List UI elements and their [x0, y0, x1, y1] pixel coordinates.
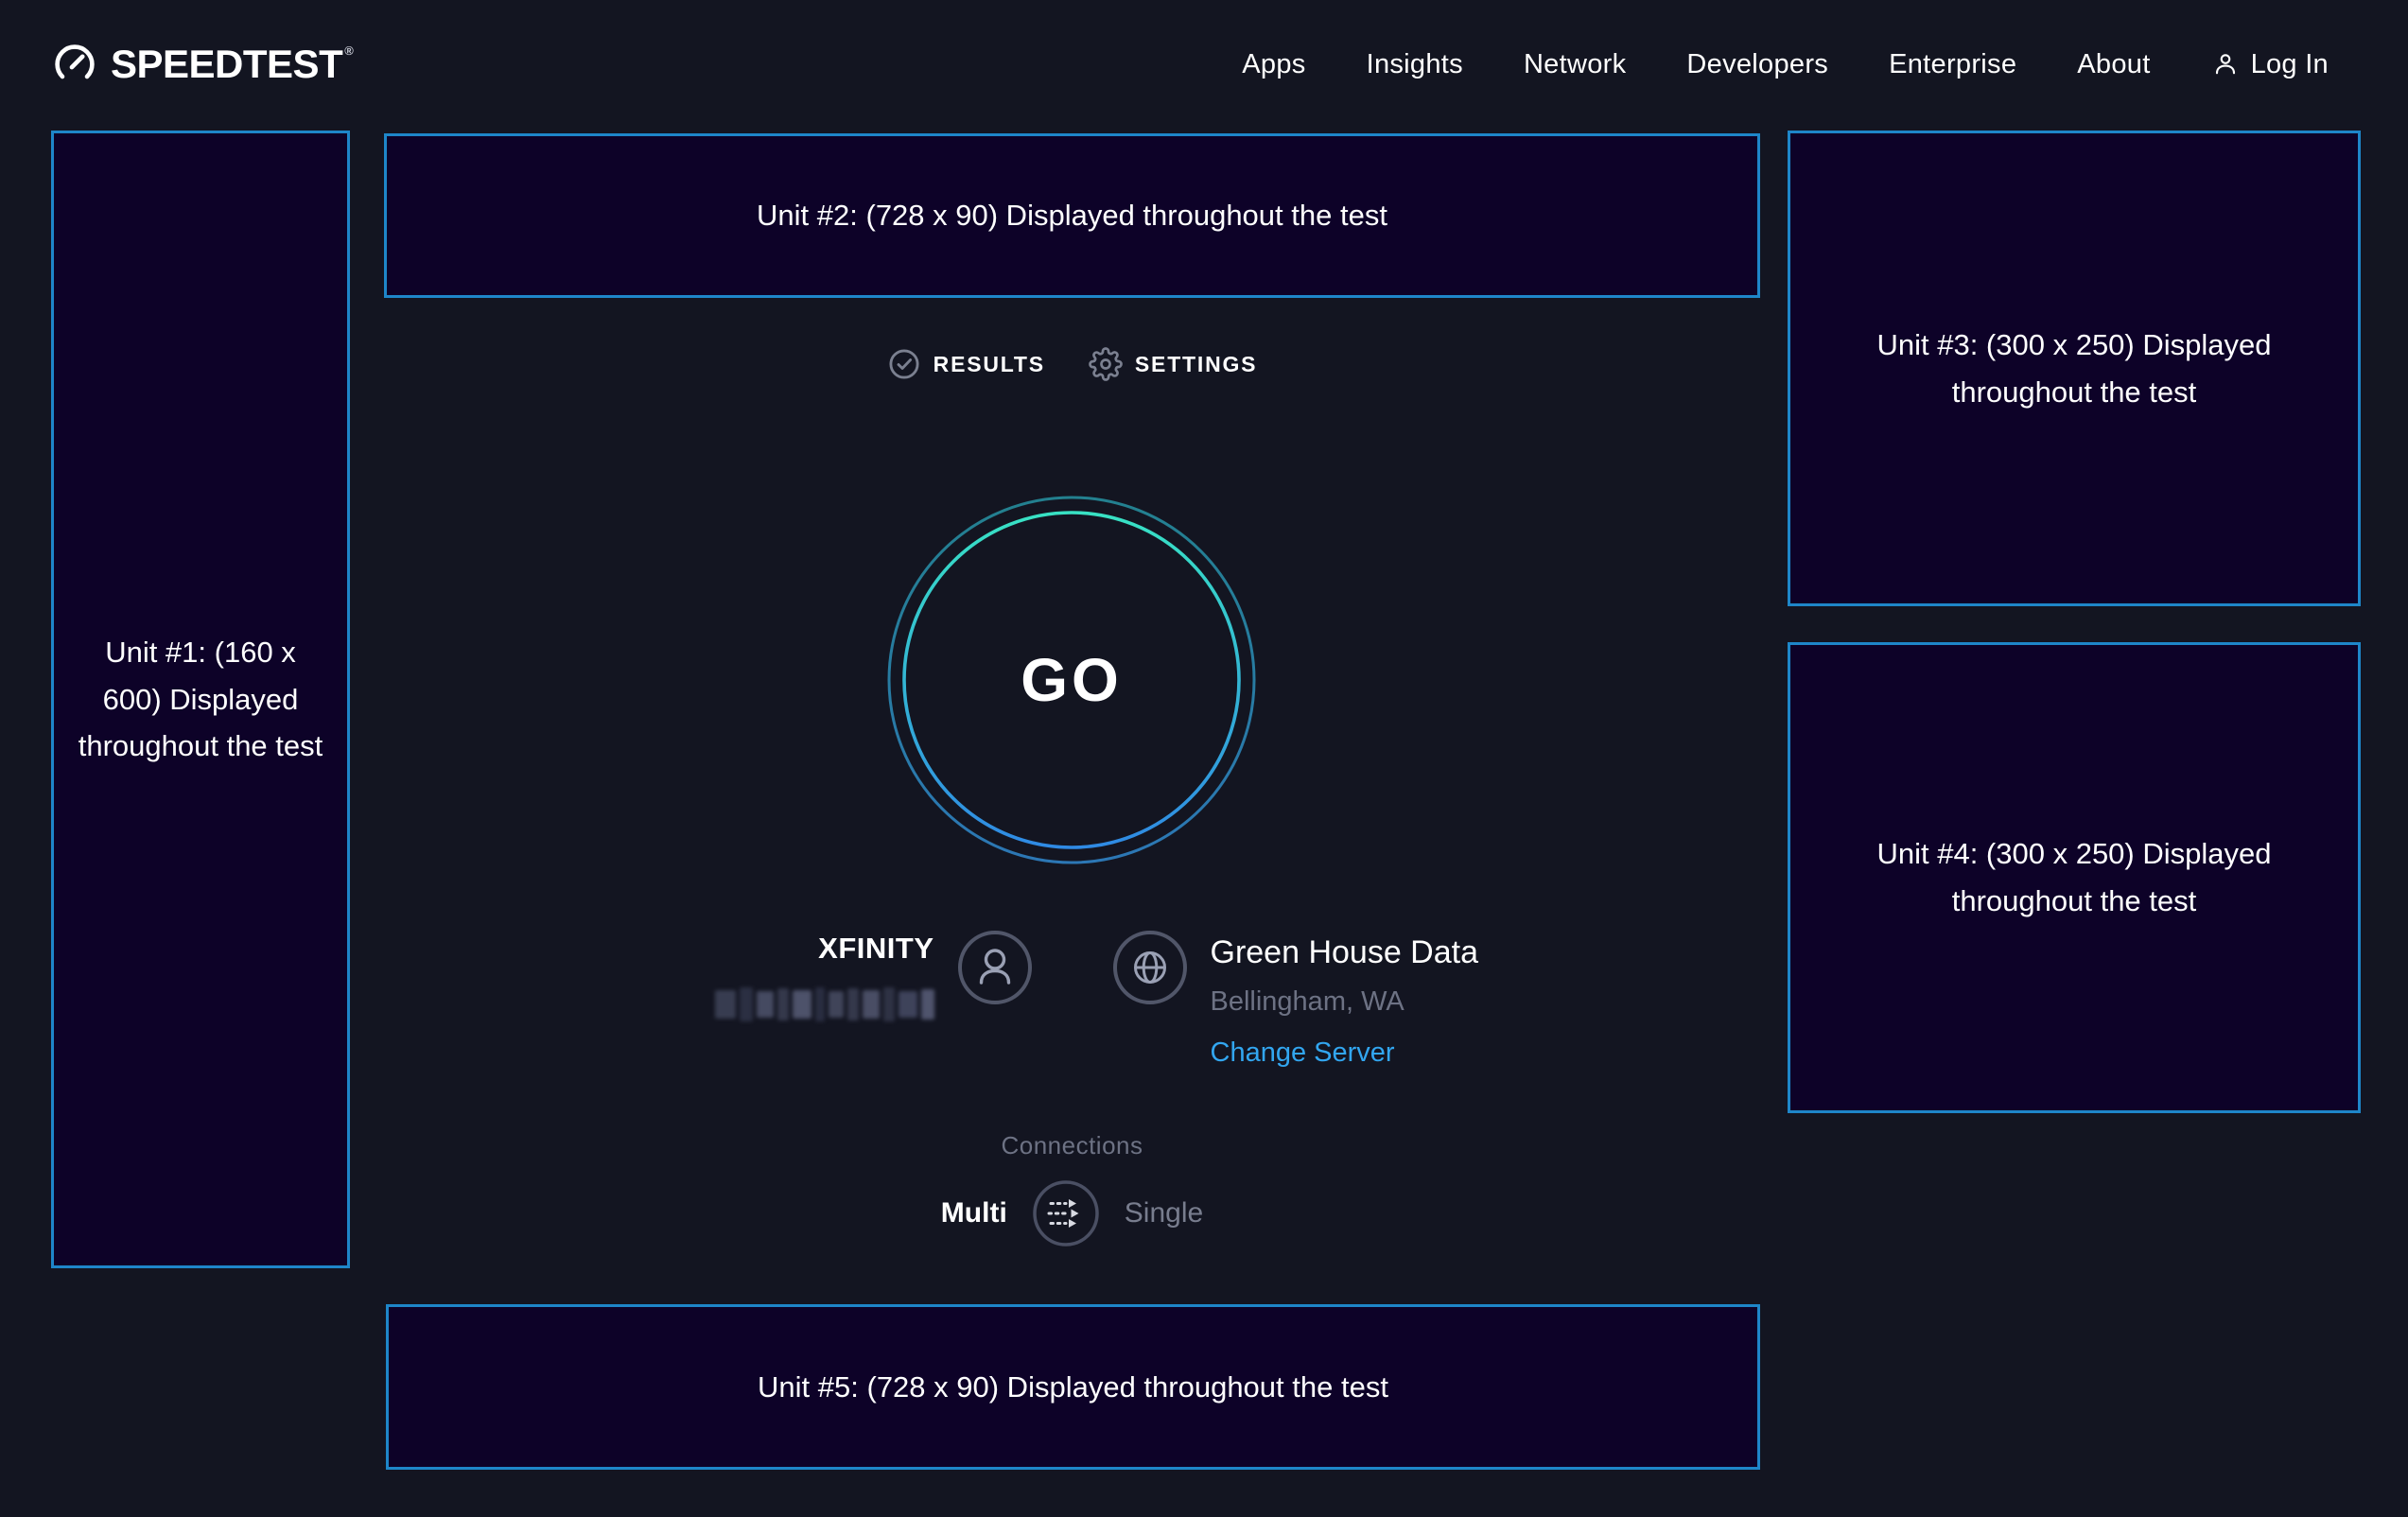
nav-menu: Apps Insights Network Developers Enterpr…: [1242, 49, 2329, 80]
speedtest-logo[interactable]: SPEEDTEST ®: [53, 42, 353, 87]
tabs-row: RESULTS SETTINGS: [384, 342, 1760, 386]
isp-name: XFINITY: [622, 932, 934, 966]
change-server-link[interactable]: Change Server: [1211, 1036, 1395, 1070]
connections-toggle[interactable]: [1032, 1179, 1100, 1247]
isp-block: XFINITY: [622, 932, 934, 1022]
ad-unit-2[interactable]: Unit #2: (728 x 90) Displayed throughout…: [384, 133, 1760, 298]
nav-item-insights[interactable]: Insights: [1367, 49, 1463, 80]
nav-item-about[interactable]: About: [2077, 49, 2150, 80]
nav-item-network[interactable]: Network: [1524, 49, 1626, 80]
nav-item-enterprise[interactable]: Enterprise: [1889, 49, 2016, 80]
user-icon: [2211, 50, 2240, 78]
connections-toggle-row: Multi Single: [384, 1179, 1760, 1247]
registered-mark: ®: [344, 44, 353, 58]
ad-unit-5-text: Unit #5: (728 x 90) Displayed throughout…: [758, 1364, 1388, 1411]
ad-unit-4-text: Unit #4: (300 x 250) Displayed throughou…: [1841, 830, 2307, 924]
ad-unit-1[interactable]: Unit #1: (160 x 600) Displayed throughou…: [51, 131, 350, 1268]
server-block: Green House Data Bellingham, WA Change S…: [1211, 932, 1523, 1070]
ad-unit-5[interactable]: Unit #5: (728 x 90) Displayed throughout…: [386, 1304, 1760, 1470]
tab-results[interactable]: RESULTS: [887, 347, 1045, 381]
host-server-row: XFINITY Green House Data Bellingham, WA …: [384, 930, 1760, 1070]
server-name: Green House Data: [1211, 932, 1523, 973]
ad-unit-3-text: Unit #3: (300 x 250) Displayed throughou…: [1841, 322, 2307, 415]
globe-icon: [1112, 930, 1188, 1005]
nav-item-login[interactable]: Log In: [2211, 49, 2329, 80]
go-label: GO: [887, 496, 1256, 864]
isp-ip-redacted: [622, 986, 934, 1022]
go-button[interactable]: GO: [887, 496, 1256, 864]
logo-text: SPEEDTEST: [111, 42, 342, 87]
top-nav: SPEEDTEST ® Apps Insights Network Develo…: [0, 0, 2408, 129]
tab-settings[interactable]: SETTINGS: [1089, 347, 1257, 381]
ad-unit-4[interactable]: Unit #4: (300 x 250) Displayed throughou…: [1788, 642, 2361, 1113]
ad-unit-2-text: Unit #2: (728 x 90) Displayed throughout…: [757, 192, 1387, 239]
check-circle-icon: [887, 347, 921, 381]
multi-connection-icon: [1032, 1179, 1100, 1247]
connections-single-label[interactable]: Single: [1125, 1197, 1203, 1229]
connections-multi-label[interactable]: Multi: [941, 1197, 1007, 1229]
server-location: Bellingham, WA: [1211, 985, 1523, 1019]
gauge-icon: [53, 43, 96, 86]
person-icon: [957, 930, 1033, 1005]
nav-item-apps[interactable]: Apps: [1242, 49, 1305, 80]
ad-unit-1-text: Unit #1: (160 x 600) Displayed throughou…: [77, 629, 324, 770]
nav-item-developers[interactable]: Developers: [1686, 49, 1828, 80]
ad-unit-3[interactable]: Unit #3: (300 x 250) Displayed throughou…: [1788, 131, 2361, 606]
gear-icon: [1089, 347, 1123, 381]
connections-heading: Connections: [384, 1131, 1760, 1160]
